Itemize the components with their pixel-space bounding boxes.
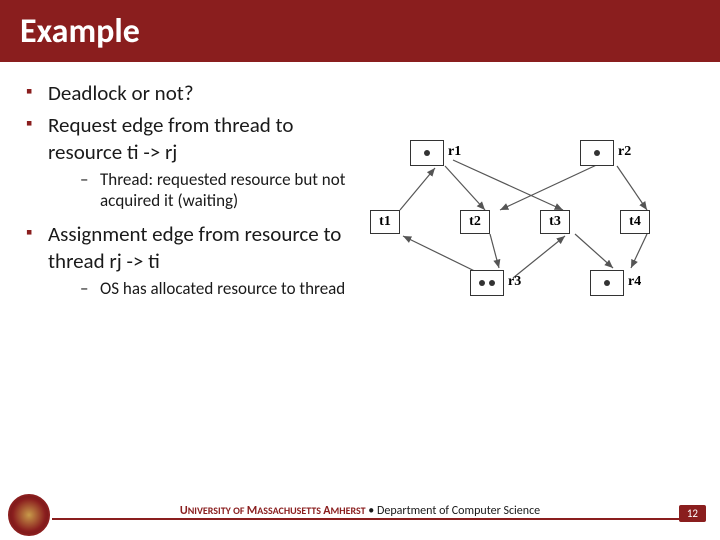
page-number: 12 [679,505,706,522]
resource-allocation-graph: r1 r2 r3 r4 t1 t2 t3 t4 [370,140,700,320]
footer-a: A [323,504,330,518]
resource-label: r3 [508,274,521,290]
thread-node-t2: t2 [460,210,490,234]
footer-sep: • [366,504,377,518]
footer-rest: NIVERSITY OF [188,504,247,517]
thread-node-t3: t3 [540,210,570,234]
footer-divider [52,518,680,520]
resource-instance-dot [479,280,485,286]
sub-item: Thread: requested resource but not acqui… [48,169,360,212]
footer: UNIVERSITY OF MASSACHUSETTS AMHERST • De… [0,488,720,540]
sub-list: OS has allocated resource to thread [48,278,360,299]
header-bar: Example [0,0,720,62]
bullet-column: Deadlock or not? Request edge from threa… [20,80,360,320]
resource-node-r1 [410,140,444,166]
resource-instance-dot [424,150,430,156]
resource-instance-dot [594,150,600,156]
bullet-item: Request edge from thread to resource ti … [20,112,360,211]
footer-u: U [180,504,188,518]
bullet-item: Deadlock or not? [20,80,360,106]
bullet-list: Deadlock or not? Request edge from threa… [20,80,360,299]
resource-node-r3 [470,270,504,296]
footer-text: UNIVERSITY OF MASSACHUSETTS AMHERST • De… [172,504,548,518]
graph-edges [370,140,700,320]
resource-instance-dot [604,280,610,286]
bullet-text: Deadlock or not? [48,80,194,106]
content-area: Deadlock or not? Request edge from threa… [0,62,720,320]
resource-label: r1 [448,144,461,160]
university-seal-icon [8,494,50,536]
sub-text: Thread: requested resource but not acqui… [100,169,345,211]
footer-mass: ASSACHUSETTS [257,504,323,517]
resource-instance-dot [489,280,495,286]
thread-node-t1: t1 [370,210,400,234]
sub-text: OS has allocated resource to thread [100,278,345,299]
resource-node-r2 [580,140,614,166]
footer-dept: Department of Computer Science [377,504,540,518]
sub-item: OS has allocated resource to thread [48,278,360,299]
resource-label: r4 [628,274,641,290]
slide-title: Example [20,11,140,52]
thread-node-t4: t4 [620,210,650,234]
resource-label: r2 [618,144,631,160]
footer-m: M [247,504,258,518]
bullet-text: Request edge from thread to resource ti … [48,112,293,164]
sub-list: Thread: requested resource but not acqui… [48,169,360,212]
bullet-item: Assignment edge from resource to thread … [20,221,360,299]
resource-node-r4 [590,270,624,296]
bullet-text: Assignment edge from resource to thread … [48,221,341,273]
footer-amh: MHERST [331,504,366,517]
